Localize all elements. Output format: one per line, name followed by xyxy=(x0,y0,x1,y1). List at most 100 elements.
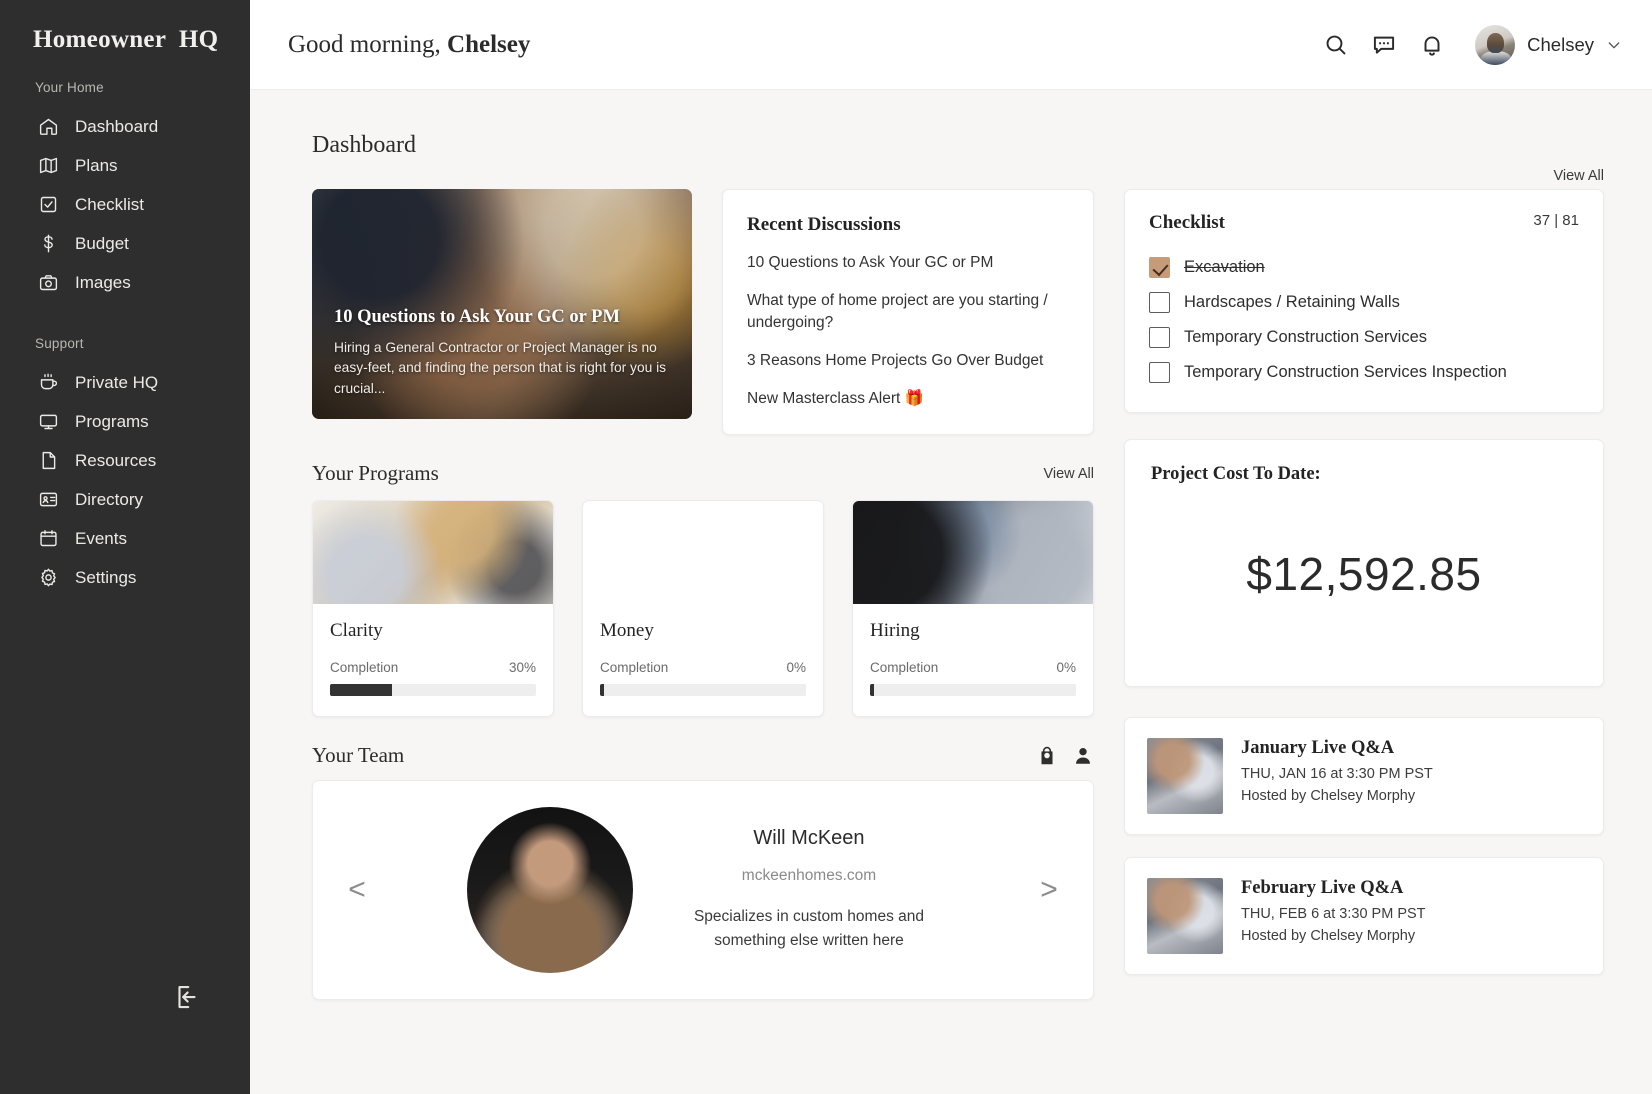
program-body: Money Completion 0% xyxy=(583,604,823,716)
discussion-item[interactable]: 10 Questions to Ask Your GC or PM xyxy=(747,252,1069,274)
greeting-prefix: Good morning, xyxy=(288,30,448,58)
event-datetime: THU, FEB 6 at 3:30 PM PST xyxy=(1241,906,1426,922)
program-card[interactable]: Money Completion 0% xyxy=(582,500,824,717)
program-thumbnail xyxy=(313,501,553,604)
sidebar-item-private-hq[interactable]: Private HQ xyxy=(0,363,250,402)
checklist-item-label: Temporary Construction Services Inspecti… xyxy=(1184,363,1507,381)
contact-card-icon xyxy=(38,489,59,510)
program-completion-label: Completion xyxy=(600,660,669,675)
checkbox-icon[interactable] xyxy=(1149,292,1170,313)
event-card[interactable]: January Live Q&A THU, JAN 16 at 3:30 PM … xyxy=(1124,717,1604,835)
checklist-count: 37 | 81 xyxy=(1533,212,1579,229)
discussion-item[interactable]: What type of home project are you starti… xyxy=(747,290,1069,334)
team-next-button[interactable]: > xyxy=(1029,873,1069,907)
team-header-icons xyxy=(1036,745,1094,767)
project-cost-label: Project Cost To Date: xyxy=(1151,464,1321,484)
sidebar-item-plans[interactable]: Plans xyxy=(0,146,250,185)
chat-icon[interactable] xyxy=(1371,32,1397,58)
checklist-title: Checklist xyxy=(1149,212,1225,233)
sidebar-item-resources[interactable]: Resources xyxy=(0,441,250,480)
checkbox-icon[interactable] xyxy=(1149,362,1170,383)
nav-group-label-support: Support xyxy=(35,336,84,351)
program-completion-value: 0% xyxy=(1056,660,1076,675)
sidebar-item-label: Programs xyxy=(75,411,149,431)
program-card[interactable]: Clarity Completion 30% xyxy=(312,500,554,717)
team-member-name: Will McKeen xyxy=(753,826,865,849)
team-member-photo xyxy=(467,807,633,973)
programs-view-all-link[interactable]: View All xyxy=(1043,466,1094,482)
checklist-item[interactable]: Temporary Construction Services Inspecti… xyxy=(1149,355,1579,390)
file-icon xyxy=(38,450,59,471)
sidebar-item-budget[interactable]: Budget xyxy=(0,224,250,263)
checkbox-checked-icon[interactable] xyxy=(1149,257,1170,278)
program-progress-bar xyxy=(870,684,1076,696)
discussion-item[interactable]: 3 Reasons Home Projects Go Over Budget xyxy=(747,350,1069,372)
nav-group-label-your-home: Your Home xyxy=(35,80,104,95)
dollar-icon xyxy=(38,233,59,254)
team-header: Your Team xyxy=(312,743,1094,768)
program-completion-label: Completion xyxy=(330,660,399,675)
program-progress-fill xyxy=(330,684,392,696)
shopping-bag-icon[interactable] xyxy=(1036,745,1058,767)
program-name: Clarity xyxy=(330,620,383,641)
sidebar-item-label: Events xyxy=(75,528,127,548)
team-member-description: Specializes in custom homes and somethin… xyxy=(693,907,925,949)
program-progress-fill xyxy=(870,684,875,696)
programs-list: Clarity Completion 30% Money Completion … xyxy=(312,500,1094,717)
main-area: Good morning, Chelsey Chelsey Dashboard … xyxy=(250,0,1652,1094)
checklist-item[interactable]: Temporary Construction Services xyxy=(1149,320,1579,355)
bell-icon[interactable] xyxy=(1419,32,1445,58)
program-body: Hiring Completion 0% xyxy=(853,604,1093,716)
greeting: Good morning, Chelsey xyxy=(288,31,530,59)
sidebar-item-events[interactable]: Events xyxy=(0,519,250,558)
checklist-item-label: Hardscapes / Retaining Walls xyxy=(1184,293,1400,311)
program-completion-label: Completion xyxy=(870,660,939,675)
team-member: Will McKeen mckeenhomes.com Specializes … xyxy=(377,807,1029,973)
event-card[interactable]: February Live Q&A THU, FEB 6 at 3:30 PM … xyxy=(1124,857,1604,975)
program-card[interactable]: Hiring Completion 0% xyxy=(852,500,1094,717)
camera-icon xyxy=(38,272,59,293)
team-prev-button[interactable]: < xyxy=(337,873,377,907)
user-menu[interactable]: Chelsey xyxy=(1475,24,1622,65)
program-name: Hiring xyxy=(870,620,920,641)
program-progress-bar xyxy=(330,684,536,696)
project-cost-card: Project Cost To Date: $12,592.85 xyxy=(1124,439,1604,687)
sidebar-item-programs[interactable]: Programs xyxy=(0,402,250,441)
logout-icon[interactable] xyxy=(172,982,202,1012)
person-icon[interactable] xyxy=(1072,745,1094,767)
top-bar-actions: Chelsey xyxy=(1323,24,1622,65)
sidebar-item-label: Dashboard xyxy=(75,116,159,136)
team-title: Your Team xyxy=(312,743,405,767)
search-icon[interactable] xyxy=(1323,32,1349,58)
dashboard-viewall-row xyxy=(312,163,1094,189)
sidebar-item-label: Plans xyxy=(75,155,118,175)
checklist-item-label: Excavation xyxy=(1184,258,1265,276)
sidebar-item-directory[interactable]: Directory xyxy=(0,480,250,519)
sidebar-item-images[interactable]: Images xyxy=(0,263,250,302)
calendar-icon xyxy=(38,528,59,549)
sidebar-item-dashboard[interactable]: Dashboard xyxy=(0,107,250,146)
sidebar-item-checklist[interactable]: Checklist xyxy=(0,185,250,224)
coffee-icon xyxy=(38,372,59,393)
top-row: 10 Questions to Ask Your GC or PM Hiring… xyxy=(312,189,1094,435)
home-icon xyxy=(38,116,59,137)
recent-discussions-title: Recent Discussions xyxy=(747,214,901,235)
top-bar: Good morning, Chelsey Chelsey xyxy=(250,0,1652,90)
checkbox-icon[interactable] xyxy=(1149,327,1170,348)
left-column: 10 Questions to Ask Your GC or PM Hiring… xyxy=(312,163,1094,1000)
event-title: February Live Q&A xyxy=(1241,878,1404,898)
checklist-item[interactable]: Excavation xyxy=(1149,250,1579,285)
program-meta: Completion 0% xyxy=(870,660,1076,675)
right-column: View All Checklist 37 | 81 Excavation Ha… xyxy=(1124,163,1604,997)
checklist-item[interactable]: Hardscapes / Retaining Walls xyxy=(1149,285,1579,320)
discussion-item[interactable]: New Masterclass Alert 🎁 xyxy=(747,388,1069,410)
featured-article-card[interactable]: 10 Questions to Ask Your GC or PM Hiring… xyxy=(312,189,692,419)
sidebar-item-settings[interactable]: Settings xyxy=(0,558,250,597)
sidebar-item-label: Budget xyxy=(75,233,129,253)
team-member-website[interactable]: mckeenhomes.com xyxy=(679,867,939,885)
checkbox-icon xyxy=(38,194,59,215)
dashboard-view-all-link[interactable]: View All xyxy=(1553,168,1604,184)
dashboard-content: Dashboard 10 Questions to Ask Your GC or… xyxy=(250,90,1652,1094)
